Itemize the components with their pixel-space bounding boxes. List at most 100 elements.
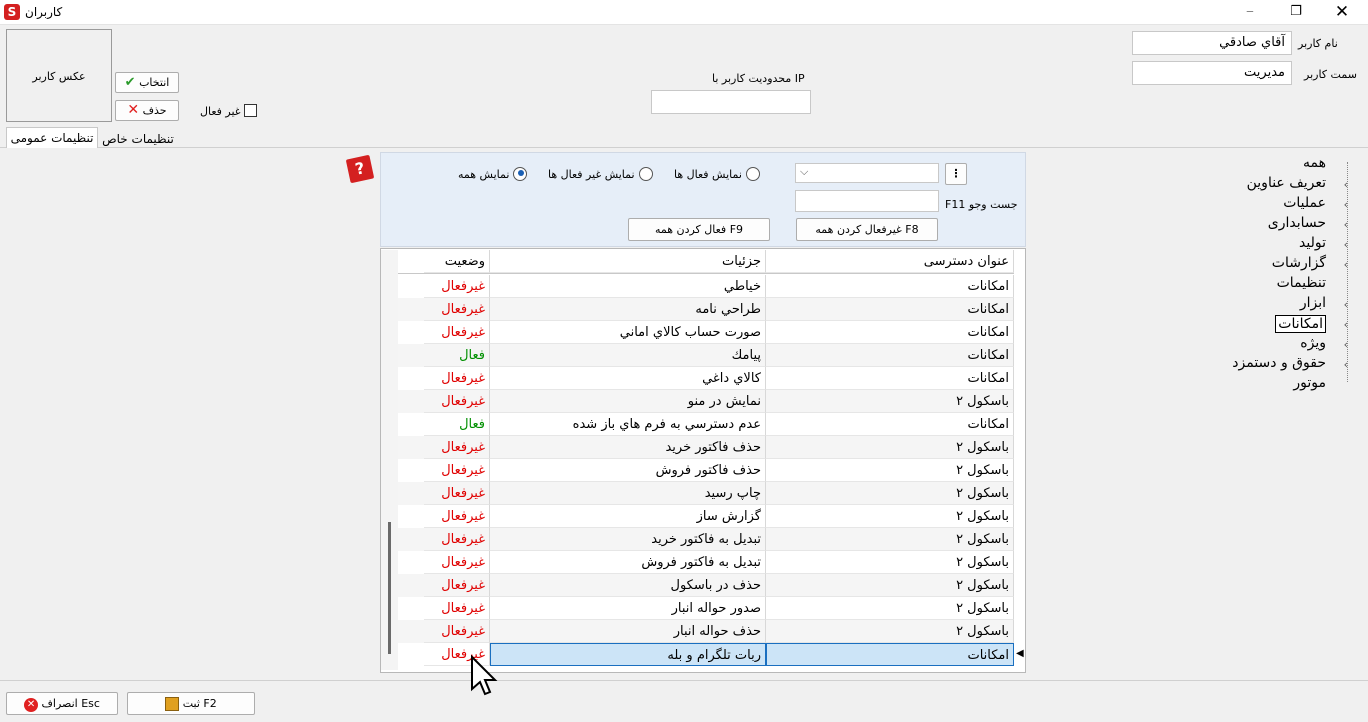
tree-item[interactable]: همه bbox=[1180, 155, 1340, 175]
status-cell[interactable]: غيرفعال bbox=[424, 298, 490, 321]
restore-icon[interactable]: ❐ bbox=[1286, 4, 1306, 20]
status-cell[interactable]: غيرفعال bbox=[424, 551, 490, 574]
deactivate-all-button[interactable]: غيرفعال كردن همه F8 bbox=[796, 218, 938, 241]
details-cell[interactable]: طراحي نامه bbox=[490, 298, 766, 321]
filter-dropdown[interactable]: ⌵ bbox=[795, 163, 939, 183]
status-cell[interactable]: غيرفعال bbox=[424, 505, 490, 528]
table-row[interactable]: غيرفعال كالاي داغي امكانات bbox=[398, 367, 1014, 390]
status-cell[interactable]: غيرفعال bbox=[424, 620, 490, 643]
table-row[interactable]: غيرفعال تبديل به فاكتور خريد باسكول ٢ bbox=[398, 528, 1014, 551]
table-row[interactable]: غيرفعال حذف فاكتور خريد باسكول ٢ bbox=[398, 436, 1014, 459]
inactive-checkbox[interactable] bbox=[244, 104, 257, 117]
title-cell[interactable]: باسكول ٢ bbox=[766, 620, 1014, 643]
status-cell[interactable]: غيرفعال bbox=[424, 275, 490, 298]
chevron-left-icon[interactable]: ‹ bbox=[1344, 338, 1348, 351]
status-cell[interactable]: غيرفعال bbox=[424, 574, 490, 597]
tree-item[interactable]: تنظيمات bbox=[1180, 275, 1340, 295]
select-photo-button[interactable]: ✔ انتخاب bbox=[115, 72, 179, 93]
details-cell[interactable]: حذف فاكتور فروش bbox=[490, 459, 766, 482]
status-cell[interactable]: غيرفعال bbox=[424, 367, 490, 390]
table-row[interactable]: فعال عدم دسترسي به فرم هاي باز شده امكانات bbox=[398, 413, 1014, 436]
table-row[interactable]: غيرفعال صدور حواله انبار باسكول ٢ bbox=[398, 597, 1014, 620]
table-row[interactable]: غيرفعال طراحي نامه امكانات bbox=[398, 298, 1014, 321]
chevron-left-icon[interactable]: ‹ bbox=[1344, 258, 1348, 271]
title-cell[interactable]: امكانات bbox=[766, 275, 1014, 298]
tab-general-settings[interactable]: تنظيمات عمومی bbox=[6, 127, 98, 148]
title-cell[interactable]: باسكول ٢ bbox=[766, 528, 1014, 551]
save-button[interactable]: ثبت F2 bbox=[127, 692, 255, 715]
status-cell[interactable]: فعال bbox=[424, 344, 490, 367]
table-row[interactable]: غيرفعال چاپ رسيد باسكول ٢ bbox=[398, 482, 1014, 505]
table-row[interactable]: فعال پيامك امكانات bbox=[398, 344, 1014, 367]
details-cell[interactable]: حذف حواله انبار bbox=[490, 620, 766, 643]
more-options-button[interactable]: ⋮ bbox=[945, 163, 967, 185]
details-cell[interactable]: كالاي داغي bbox=[490, 367, 766, 390]
status-cell[interactable]: فعال bbox=[424, 413, 490, 436]
status-cell[interactable]: غيرفعال bbox=[424, 436, 490, 459]
title-cell[interactable]: باسكول ٢ bbox=[766, 459, 1014, 482]
title-cell[interactable]: باسكول ٢ bbox=[766, 505, 1014, 528]
tree-item[interactable]: گزارشات ‹ bbox=[1180, 255, 1348, 275]
cancel-button[interactable]: ✕ انصراف Esc bbox=[6, 692, 118, 715]
details-cell[interactable]: خياطي bbox=[490, 275, 766, 298]
details-cell[interactable]: عدم دسترسي به فرم هاي باز شده bbox=[490, 413, 766, 436]
details-cell[interactable]: ربات تلگرام و بله bbox=[490, 643, 766, 666]
details-cell[interactable]: گزارش ساز bbox=[490, 505, 766, 528]
title-cell[interactable]: امكانات bbox=[766, 643, 1014, 666]
title-cell[interactable]: باسكول ٢ bbox=[766, 390, 1014, 413]
status-cell[interactable]: غيرفعال bbox=[424, 459, 490, 482]
show-active-radio[interactable]: نمايش فعال ها bbox=[674, 167, 760, 181]
details-cell[interactable]: حذف در باسكول bbox=[490, 574, 766, 597]
search-input[interactable] bbox=[795, 190, 939, 212]
title-cell[interactable]: باسكول ٢ bbox=[766, 551, 1014, 574]
chevron-left-icon[interactable]: ‹ bbox=[1344, 318, 1348, 331]
title-cell[interactable]: باسكول ٢ bbox=[766, 436, 1014, 459]
details-column-header[interactable]: جزئيات bbox=[490, 250, 766, 273]
tree-item[interactable]: ابزار ‹ bbox=[1180, 295, 1348, 315]
table-row[interactable]: غيرفعال حذف در باسكول باسكول ٢ bbox=[398, 574, 1014, 597]
details-cell[interactable]: نمايش در منو bbox=[490, 390, 766, 413]
status-cell[interactable]: غيرفعال bbox=[424, 528, 490, 551]
details-cell[interactable]: چاپ رسيد bbox=[490, 482, 766, 505]
status-cell[interactable]: غيرفعال bbox=[424, 321, 490, 344]
tree-item[interactable]: تعريف عناوين ‹ bbox=[1180, 175, 1348, 195]
details-cell[interactable]: پيامك bbox=[490, 344, 766, 367]
chevron-left-icon[interactable]: ‹ bbox=[1344, 198, 1348, 211]
title-column-header[interactable]: عنوان دسترسی bbox=[766, 250, 1014, 273]
chevron-left-icon[interactable]: ‹ bbox=[1344, 238, 1348, 251]
delete-photo-button[interactable]: ✕ حذف bbox=[115, 100, 179, 121]
status-column-header[interactable]: وضعيت bbox=[424, 250, 490, 273]
chevron-left-icon[interactable]: ‹ bbox=[1344, 178, 1348, 191]
table-row[interactable]: غيرفعال نمايش در منو باسكول ٢ bbox=[398, 390, 1014, 413]
table-row[interactable]: غيرفعال حذف حواله انبار باسكول ٢ bbox=[398, 620, 1014, 643]
details-cell[interactable]: صورت حساب كالاي اماني bbox=[490, 321, 766, 344]
help-icon[interactable]: ? bbox=[345, 154, 375, 184]
tree-item[interactable]: توليد ‹ bbox=[1180, 235, 1348, 255]
user-role-field[interactable]: مديريت bbox=[1132, 61, 1292, 85]
table-row[interactable]: غيرفعال تبديل به فاكتور فروش باسكول ٢ bbox=[398, 551, 1014, 574]
title-cell[interactable]: باسكول ٢ bbox=[766, 597, 1014, 620]
scrollbar-thumb[interactable] bbox=[388, 522, 391, 654]
status-cell[interactable]: غيرفعال bbox=[424, 390, 490, 413]
details-cell[interactable]: تبديل به فاكتور خريد bbox=[490, 528, 766, 551]
status-cell[interactable]: غيرفعال bbox=[424, 482, 490, 505]
tree-item[interactable]: ويژه ‹ bbox=[1180, 335, 1348, 355]
status-cell[interactable]: غيرفعال bbox=[424, 597, 490, 620]
details-cell[interactable]: تبديل به فاكتور فروش bbox=[490, 551, 766, 574]
details-cell[interactable]: حذف فاكتور خريد bbox=[490, 436, 766, 459]
table-row[interactable]: غيرفعال حذف فاكتور فروش باسكول ٢ bbox=[398, 459, 1014, 482]
activate-all-button[interactable]: فعال كردن همه F9 bbox=[628, 218, 770, 241]
tab-special-settings[interactable]: تنظیمات خاص bbox=[98, 130, 178, 148]
table-row[interactable]: غيرفعال خياطي امكانات bbox=[398, 275, 1014, 298]
title-cell[interactable]: امكانات bbox=[766, 413, 1014, 436]
table-row[interactable]: غيرفعال صورت حساب كالاي اماني امكانات bbox=[398, 321, 1014, 344]
vertical-scrollbar[interactable] bbox=[381, 250, 398, 670]
tree-item[interactable]: موتور bbox=[1180, 375, 1340, 395]
title-cell[interactable]: امكانات bbox=[766, 298, 1014, 321]
show-inactive-radio[interactable]: نمايش غير فعال ها bbox=[548, 167, 653, 181]
show-all-radio[interactable]: نمايش همه bbox=[458, 167, 528, 181]
title-cell[interactable]: امكانات bbox=[766, 344, 1014, 367]
table-row[interactable]: غيرفعال گزارش ساز باسكول ٢ bbox=[398, 505, 1014, 528]
chevron-left-icon[interactable]: ‹ bbox=[1344, 218, 1348, 231]
close-icon[interactable]: ✕ bbox=[1332, 2, 1352, 22]
